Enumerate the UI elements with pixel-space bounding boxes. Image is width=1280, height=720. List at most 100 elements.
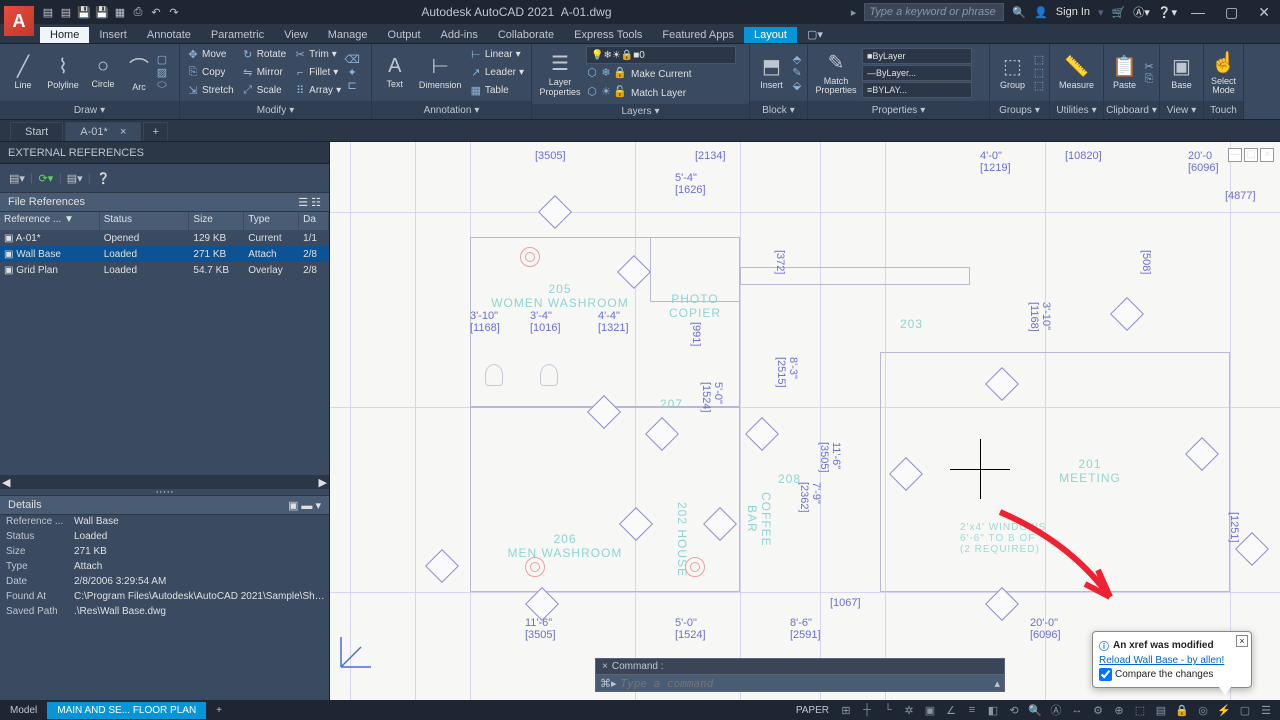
layer-properties-button[interactable]: ☰Layer Properties bbox=[536, 48, 584, 100]
lineweight-combo[interactable]: — ByLayer... bbox=[862, 65, 972, 81]
circle-button[interactable]: ○Circle bbox=[84, 47, 122, 99]
move-button[interactable]: ✥Move bbox=[184, 46, 237, 63]
layout-tab-1[interactable]: MAIN AND SE... FLOOR PLAN bbox=[47, 702, 206, 719]
tab-home[interactable]: Home bbox=[40, 27, 89, 43]
tab-annotate[interactable]: Annotate bbox=[137, 27, 201, 43]
paper-label[interactable]: PAPER bbox=[790, 705, 835, 716]
mirror-button[interactable]: ⇋Mirror bbox=[239, 64, 289, 81]
line-button[interactable]: ╱Line bbox=[4, 47, 42, 99]
edit-block-icon[interactable]: ✎ bbox=[791, 67, 803, 79]
qat-new-icon[interactable]: ▤ bbox=[40, 4, 56, 20]
cycling-icon[interactable]: ⟲ bbox=[1004, 701, 1024, 719]
select-mode-button[interactable]: ☝Select Mode bbox=[1208, 47, 1239, 99]
lwt-icon[interactable]: ≡ bbox=[962, 701, 982, 719]
qat-save-icon[interactable]: 💾 bbox=[76, 4, 92, 20]
list-view-icon[interactable]: ☰ ☷ bbox=[298, 196, 321, 209]
qat-open-icon[interactable]: ▤ bbox=[58, 4, 74, 20]
erase-icon[interactable]: ⌫ bbox=[346, 54, 358, 66]
table-row[interactable]: ▣ A-01* Opened 129 KB Current 1/1 bbox=[0, 230, 329, 246]
tab-featuredapps[interactable]: Featured Apps bbox=[652, 27, 744, 43]
layer-off-icon[interactable]: ⬡ bbox=[586, 66, 598, 78]
minimize-button[interactable]: — bbox=[1185, 4, 1211, 20]
qat-undo-icon[interactable]: ↶ bbox=[148, 4, 164, 20]
dimension-button[interactable]: ⊢Dimension bbox=[416, 47, 465, 99]
autoscale-icon[interactable]: ↔ bbox=[1067, 701, 1087, 719]
table-row[interactable]: ▣ Wall Base Loaded 271 KB Attach 2/8 bbox=[0, 246, 329, 262]
insert-button[interactable]: ⬒Insert bbox=[754, 47, 789, 99]
make-current-button[interactable]: Make Current bbox=[628, 66, 695, 83]
leader-button[interactable]: ↗Leader ▾ bbox=[467, 64, 527, 81]
drawing-canvas[interactable]: [3505] [2134] 5'-4"[1626] 4'-0"[1219] [1… bbox=[330, 142, 1280, 700]
command-input[interactable] bbox=[621, 677, 995, 690]
customize-status-icon[interactable]: ☰ bbox=[1256, 701, 1276, 719]
layer-combo[interactable]: 💡❄☀🔒■ 0 bbox=[586, 46, 736, 64]
col-date[interactable]: Da bbox=[299, 212, 329, 230]
copy-clip-icon[interactable]: ⎘ bbox=[1143, 73, 1155, 85]
ellipse-icon[interactable]: ⬭ bbox=[156, 80, 168, 92]
trim-button[interactable]: ✂Trim ▾ bbox=[291, 46, 344, 63]
polyline-button[interactable]: ⌇Polyline bbox=[44, 47, 82, 99]
osnap-icon[interactable]: ▣ bbox=[920, 701, 940, 719]
tab-manage[interactable]: Manage bbox=[318, 27, 378, 43]
linear-button[interactable]: ⊢Linear ▾ bbox=[467, 46, 527, 63]
layer-thaw-icon[interactable]: ☀ bbox=[600, 85, 612, 97]
maximize-button[interactable]: ▢ bbox=[1219, 4, 1244, 21]
col-size[interactable]: Size bbox=[189, 212, 244, 230]
group-button[interactable]: ⬚Group bbox=[994, 47, 1031, 99]
workspace-icon[interactable]: ⚙ bbox=[1088, 701, 1108, 719]
vp-close-icon[interactable]: × bbox=[1260, 148, 1274, 162]
qat-redo-icon[interactable]: ↷ bbox=[166, 4, 182, 20]
layer-iso-icon[interactable]: ⬡ bbox=[586, 85, 598, 97]
table-button[interactable]: ▦Table bbox=[467, 82, 527, 99]
qat-saveas-icon[interactable]: 💾 bbox=[94, 4, 110, 20]
tab-output[interactable]: Output bbox=[378, 27, 431, 43]
balloon-close-button[interactable]: × bbox=[1236, 635, 1248, 647]
rotate-button[interactable]: ↻Rotate bbox=[239, 46, 289, 63]
snap-toggle-icon[interactable]: ┼ bbox=[857, 701, 877, 719]
attach-dwg-icon[interactable]: ▤▾ bbox=[8, 169, 26, 187]
rect-icon[interactable]: ▢ bbox=[156, 54, 168, 66]
tab-expresstools[interactable]: Express Tools bbox=[564, 27, 652, 43]
measure-button[interactable]: 📏Measure bbox=[1054, 47, 1099, 99]
ortho-icon[interactable]: └ bbox=[878, 701, 898, 719]
arc-button[interactable]: ⌒Arc bbox=[124, 47, 154, 99]
tab-addins[interactable]: Add-ins bbox=[431, 27, 488, 43]
search-input[interactable]: Type a keyword or phrase bbox=[864, 3, 1004, 21]
annoscale-icon[interactable]: 🔍 bbox=[1025, 701, 1045, 719]
cleanscreen-icon[interactable]: ▢ bbox=[1235, 701, 1255, 719]
offset-icon[interactable]: ⊏ bbox=[346, 80, 358, 92]
app-logo[interactable]: A bbox=[4, 6, 34, 36]
linetype-combo[interactable]: ≡ BYLAY... bbox=[862, 82, 972, 98]
layer-freeze-icon[interactable]: ❄ bbox=[600, 66, 612, 78]
vp-max-icon[interactable]: ▢ bbox=[1244, 148, 1258, 162]
text-button[interactable]: AText bbox=[376, 47, 414, 99]
attr-icon[interactable]: ⬙ bbox=[791, 80, 803, 92]
group-edit-icon[interactable]: ⬚ bbox=[1033, 67, 1045, 79]
fillet-button[interactable]: ⌐Fillet ▾ bbox=[291, 64, 344, 81]
copy-button[interactable]: ⎘Copy bbox=[184, 64, 237, 81]
isolate-icon[interactable]: ◎ bbox=[1193, 701, 1213, 719]
transparency-icon[interactable]: ◧ bbox=[983, 701, 1003, 719]
compare-checkbox[interactable] bbox=[1099, 668, 1112, 681]
color-combo[interactable]: ■ ByLayer bbox=[862, 48, 972, 64]
layer-unlock-icon[interactable]: 🔓 bbox=[614, 85, 626, 97]
filetab-a01[interactable]: A-01* × bbox=[65, 122, 141, 141]
stretch-button[interactable]: ⇲Stretch bbox=[184, 82, 237, 99]
hardware-icon[interactable]: ⚡ bbox=[1214, 701, 1234, 719]
a360-icon[interactable]: Ⓐ▾ bbox=[1133, 4, 1150, 20]
help-icon[interactable]: ❔▾ bbox=[1158, 6, 1177, 19]
ungroup-icon[interactable]: ⬚ bbox=[1033, 54, 1045, 66]
tab-insert[interactable]: Insert bbox=[89, 27, 137, 43]
help-xref-icon[interactable]: ❔ bbox=[95, 169, 113, 187]
cmd-close-icon[interactable]: × bbox=[602, 661, 608, 672]
exchange-icon[interactable]: 🛒 bbox=[1112, 6, 1126, 19]
cmd-expand-icon[interactable]: ▴ bbox=[994, 677, 1000, 690]
polar-icon[interactable]: ✲ bbox=[899, 701, 919, 719]
annovisibility-icon[interactable]: Ⓐ bbox=[1046, 701, 1066, 719]
filetab-start[interactable]: Start bbox=[10, 122, 63, 141]
otrack-icon[interactable]: ∠ bbox=[941, 701, 961, 719]
vp-min-icon[interactable]: — bbox=[1228, 148, 1242, 162]
match-properties-button[interactable]: ✎Match Properties bbox=[812, 47, 860, 99]
col-status[interactable]: Status bbox=[100, 212, 190, 230]
tab-parametric[interactable]: Parametric bbox=[201, 27, 274, 43]
